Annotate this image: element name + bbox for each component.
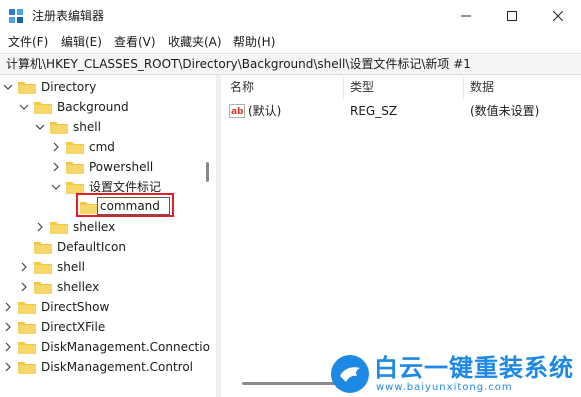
- tree-item-label: DiskManagement.Connectio: [41, 340, 210, 354]
- value-type: REG_SZ: [350, 104, 398, 118]
- folder-icon: [66, 162, 84, 174]
- title-bar: 注册表编辑器: [0, 0, 581, 32]
- folder-icon: [18, 362, 36, 374]
- values-scrollbar-thumb[interactable]: [242, 382, 338, 385]
- column-header-type[interactable]: 类型: [350, 79, 374, 95]
- folder-icon: [50, 122, 68, 134]
- menu-file[interactable]: 文件(F): [8, 34, 48, 50]
- menu-favorites[interactable]: 收藏夹(A): [168, 34, 222, 50]
- values-pane[interactable]: 名称 类型 数据 ab (默认) REG_SZ (数值未设置): [222, 75, 581, 397]
- tree-item-directshow[interactable]: DirectShow: [2, 297, 109, 317]
- chevron-right-icon[interactable]: [2, 341, 14, 353]
- folder-icon: [18, 342, 36, 354]
- chevron-down-icon[interactable]: [18, 101, 30, 113]
- menu-view[interactable]: 查看(V): [114, 34, 156, 50]
- chevron-right-icon[interactable]: [2, 301, 14, 313]
- folder-icon: [66, 142, 84, 154]
- tree-item-label: shellex: [57, 280, 100, 294]
- menu-bar: 文件(F) 编辑(E) 查看(V) 收藏夹(A) 帮助(H): [0, 32, 581, 52]
- chevron-right-icon[interactable]: [50, 161, 62, 173]
- folder-icon: [18, 82, 36, 94]
- tree-item-label: DiskManagement.Control: [41, 360, 194, 374]
- tree-item-label: DirectShow: [41, 300, 110, 314]
- chevron-down-icon[interactable]: [50, 181, 62, 193]
- address-path: 计算机\HKEY_CLASSES_ROOT\Directory\Backgrou…: [6, 57, 471, 71]
- tree-item-label: Directory: [41, 80, 97, 94]
- pane-splitter[interactable]: [216, 75, 221, 397]
- watermark-url: www.baiyunxitong.com: [376, 382, 513, 393]
- maximize-button[interactable]: [489, 0, 535, 32]
- tree-pane[interactable]: Directory Background shell cmd Powershel…: [0, 75, 215, 397]
- column-header-name[interactable]: 名称: [230, 79, 254, 95]
- chevron-down-icon[interactable]: [34, 121, 46, 133]
- chevron-right-icon[interactable]: [50, 141, 62, 153]
- close-button[interactable]: [535, 0, 581, 32]
- registry-editor-icon: [9, 9, 23, 23]
- tree-item-powershell[interactable]: Powershell: [50, 157, 153, 177]
- value-name: (默认): [248, 104, 282, 118]
- tree-item-diskmanagement-control[interactable]: DiskManagement.Control: [2, 357, 193, 377]
- watermark: 白云一键重装系统 www.baiyunxitong.com: [330, 350, 581, 397]
- tree-item-label: Powershell: [89, 160, 154, 174]
- minimize-icon: [461, 15, 471, 17]
- column-header-data[interactable]: 数据: [470, 79, 494, 95]
- tree-item-shellex-2[interactable]: shellex: [18, 277, 99, 297]
- tree-item-label: DirectXFile: [41, 320, 106, 334]
- chevron-right-icon[interactable]: [18, 281, 30, 293]
- tree-item-directory[interactable]: Directory: [2, 77, 96, 97]
- minimize-button[interactable]: [443, 0, 489, 32]
- tree-item-cmd[interactable]: cmd: [50, 137, 115, 157]
- tree-item-shellex[interactable]: shellex: [34, 217, 115, 237]
- tree-item-defaulticon[interactable]: DefaultIcon: [34, 237, 126, 257]
- close-icon: [553, 11, 563, 21]
- svg-text:ab: ab: [231, 107, 244, 117]
- column-divider[interactable]: [463, 77, 464, 99]
- tree-item-label: DefaultIcon: [57, 240, 126, 254]
- folder-icon: [18, 322, 36, 334]
- column-divider[interactable]: [343, 77, 344, 99]
- folder-icon: [50, 222, 68, 234]
- watermark-title: 白云一键重装系统: [374, 354, 574, 382]
- highlight-annotation: [76, 193, 174, 217]
- maximize-icon: [507, 11, 517, 21]
- ab-string-icon: ab: [229, 104, 245, 118]
- tree-item-label: Background: [57, 100, 129, 114]
- tree-item-background[interactable]: Background: [18, 97, 129, 117]
- folder-icon: [18, 302, 36, 314]
- bird-logo-icon: [331, 355, 369, 393]
- folder-icon: [66, 182, 84, 194]
- folder-icon: [34, 242, 52, 254]
- folder-icon: [34, 262, 52, 274]
- folder-icon: [34, 282, 52, 294]
- tree-item-label: shellex: [73, 220, 116, 234]
- menu-help[interactable]: 帮助(H): [233, 34, 275, 50]
- tree-item-directxfile[interactable]: DirectXFile: [2, 317, 105, 337]
- address-bar[interactable]: 计算机\HKEY_CLASSES_ROOT\Directory\Backgrou…: [0, 53, 581, 75]
- chevron-right-icon[interactable]: [34, 221, 46, 233]
- tree-item-label: cmd: [89, 140, 115, 154]
- value-data: (数值未设置): [470, 104, 540, 118]
- tree-scrollbar-thumb[interactable]: [206, 162, 209, 182]
- tree-item-shell[interactable]: shell: [34, 117, 101, 137]
- chevron-right-icon[interactable]: [2, 361, 14, 373]
- chevron-right-icon[interactable]: [2, 321, 14, 333]
- menu-edit[interactable]: 编辑(E): [61, 34, 102, 50]
- chevron-down-icon[interactable]: [2, 81, 14, 93]
- tree-item-label: shell: [57, 260, 85, 274]
- chevron-right-icon[interactable]: [18, 261, 30, 273]
- tree-item-label: shell: [73, 120, 101, 134]
- tree-item-shell-2[interactable]: shell: [18, 257, 85, 277]
- tree-item-diskmanagement-connection[interactable]: DiskManagement.Connectio: [2, 337, 210, 357]
- folder-icon: [34, 102, 52, 114]
- window-title: 注册表编辑器: [32, 9, 105, 23]
